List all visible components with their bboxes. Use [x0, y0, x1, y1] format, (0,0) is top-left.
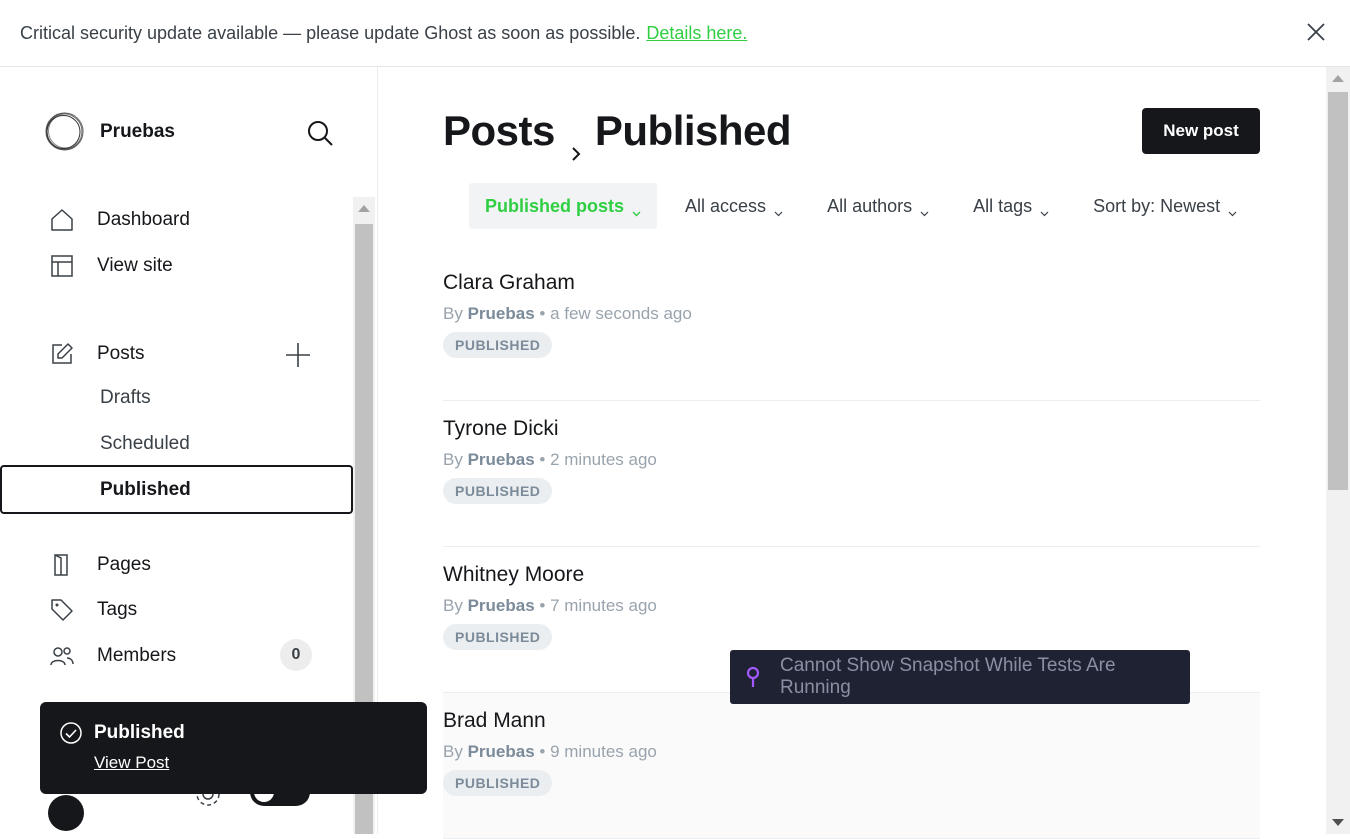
nav-published[interactable]: Published	[0, 465, 353, 514]
post-time: 2 minutes ago	[550, 450, 657, 469]
nav-members[interactable]: Members	[50, 644, 176, 668]
edit-icon	[50, 342, 74, 366]
filter-sort[interactable]: Sort by: Newest	[1077, 183, 1253, 229]
post-author: Pruebas	[467, 304, 535, 323]
post-by-prefix: By	[443, 304, 463, 323]
main-content: Posts Published New post Published posts…	[379, 67, 1326, 839]
nav-pages[interactable]: Pages	[50, 553, 151, 577]
post-title: Whitney Moore	[443, 563, 585, 586]
snapshot-tooltip: Cannot Show Snapshot While Tests Are Run…	[730, 650, 1190, 704]
filter-sort-label: Sort by: Newest	[1093, 195, 1221, 216]
nav-posts-label: Posts	[97, 343, 145, 364]
post-title: Clara Graham	[443, 271, 575, 294]
layout-icon	[50, 254, 74, 278]
toast-title: Published	[94, 722, 185, 743]
post-by-prefix: By	[443, 450, 463, 469]
post-meta: By Pruebas • 9 minutes ago	[443, 742, 657, 761]
status-badge: PUBLISHED	[443, 332, 553, 358]
site-logo-icon	[44, 111, 85, 152]
list-item[interactable]: Brad Mann By Pruebas • 9 minutes ago PUB…	[443, 693, 1260, 839]
post-meta: By Pruebas • 7 minutes ago	[443, 596, 657, 615]
members-count-badge: 0	[280, 639, 312, 671]
status-badge: PUBLISHED	[443, 770, 553, 796]
page-scrollbar[interactable]	[1326, 67, 1350, 834]
scroll-down-arrow-icon[interactable]	[1332, 819, 1344, 826]
status-badge: PUBLISHED	[443, 624, 553, 650]
post-author: Pruebas	[467, 742, 535, 761]
post-title: Tyrone Dicki	[443, 417, 559, 440]
post-list: Clara Graham By Pruebas • a few seconds …	[443, 255, 1260, 839]
post-time: a few seconds ago	[550, 304, 692, 323]
published-toast: Published View Post	[40, 702, 442, 794]
status-badge: PUBLISHED	[443, 478, 553, 504]
chevron-down-icon	[1040, 202, 1049, 216]
toast-view-post-link[interactable]: View Post	[94, 753, 169, 773]
scroll-up-arrow-icon[interactable]	[358, 205, 370, 212]
nav-view-site-label: View site	[97, 255, 173, 276]
post-meta: By Pruebas • a few seconds ago	[443, 304, 692, 323]
filter-authors-label: All authors	[827, 195, 913, 216]
chevron-down-icon	[774, 202, 783, 216]
members-icon	[50, 644, 74, 668]
banner-details-link[interactable]: Details here.	[646, 23, 747, 44]
nav-tags[interactable]: Tags	[50, 598, 137, 622]
list-item[interactable]: Clara Graham By Pruebas • a few seconds …	[443, 255, 1260, 401]
pin-icon	[744, 666, 762, 688]
filter-type-label: Published posts	[485, 195, 625, 216]
post-time: 7 minutes ago	[550, 596, 657, 615]
nav-dashboard-label: Dashboard	[97, 209, 190, 230]
nav-members-label: Members	[97, 645, 177, 666]
new-post-button[interactable]: New post	[1142, 108, 1260, 154]
page-icon	[50, 553, 74, 577]
update-banner: Critical security update available — ple…	[0, 0, 1350, 67]
post-time: 9 minutes ago	[550, 742, 657, 761]
filter-type[interactable]: Published posts	[469, 183, 658, 229]
chevron-down-icon	[1228, 202, 1237, 216]
filter-tags-label: All tags	[973, 195, 1033, 216]
filter-authors[interactable]: All authors	[811, 183, 945, 229]
nav-published-label: Published	[100, 478, 191, 500]
nav-view-site[interactable]: View site	[50, 254, 173, 278]
filter-bar: Published posts All access All authors A…	[469, 183, 1265, 229]
new-post-plus-icon[interactable]	[284, 341, 312, 369]
avatar[interactable]	[48, 795, 84, 831]
chevron-down-icon	[632, 202, 641, 216]
breadcrumb-posts[interactable]: Posts	[443, 107, 555, 155]
scroll-up-arrow-icon[interactable]	[1332, 75, 1344, 82]
post-by-prefix: By	[443, 742, 463, 761]
site-name: Pruebas	[100, 120, 175, 142]
page-title: Posts Published	[443, 107, 792, 161]
breadcrumb-published: Published	[594, 107, 792, 154]
post-author: Pruebas	[467, 450, 535, 469]
check-circle-icon	[60, 722, 82, 744]
tooltip-text: Cannot Show Snapshot While Tests Are Run…	[780, 655, 1116, 698]
post-title: Brad Mann	[443, 709, 546, 732]
list-item[interactable]: Tyrone Dicki By Pruebas • 2 minutes ago …	[443, 401, 1260, 547]
tag-icon	[50, 598, 74, 622]
nav-tags-label: Tags	[97, 599, 138, 620]
chevron-down-icon	[920, 202, 929, 216]
post-by-prefix: By	[443, 596, 463, 615]
site-brand[interactable]: Pruebas	[44, 111, 175, 152]
banner-message: Critical security update available — ple…	[20, 22, 641, 43]
post-meta: By Pruebas • 2 minutes ago	[443, 450, 657, 469]
nav-posts[interactable]: Posts	[50, 342, 145, 366]
filter-tags[interactable]: All tags	[957, 183, 1065, 229]
search-icon[interactable]	[306, 119, 334, 147]
nav-pages-label: Pages	[97, 554, 151, 575]
nav-drafts[interactable]: Drafts	[100, 387, 151, 409]
home-icon	[50, 208, 74, 232]
page-scroll-thumb[interactable]	[1328, 92, 1348, 490]
nav-scheduled[interactable]: Scheduled	[100, 433, 190, 455]
filter-access[interactable]: All access	[669, 183, 799, 229]
chevron-right-icon	[567, 125, 585, 161]
filter-access-label: All access	[685, 195, 767, 216]
post-author: Pruebas	[467, 596, 535, 615]
nav-dashboard[interactable]: Dashboard	[50, 208, 190, 232]
banner-close-icon[interactable]	[1306, 22, 1326, 42]
